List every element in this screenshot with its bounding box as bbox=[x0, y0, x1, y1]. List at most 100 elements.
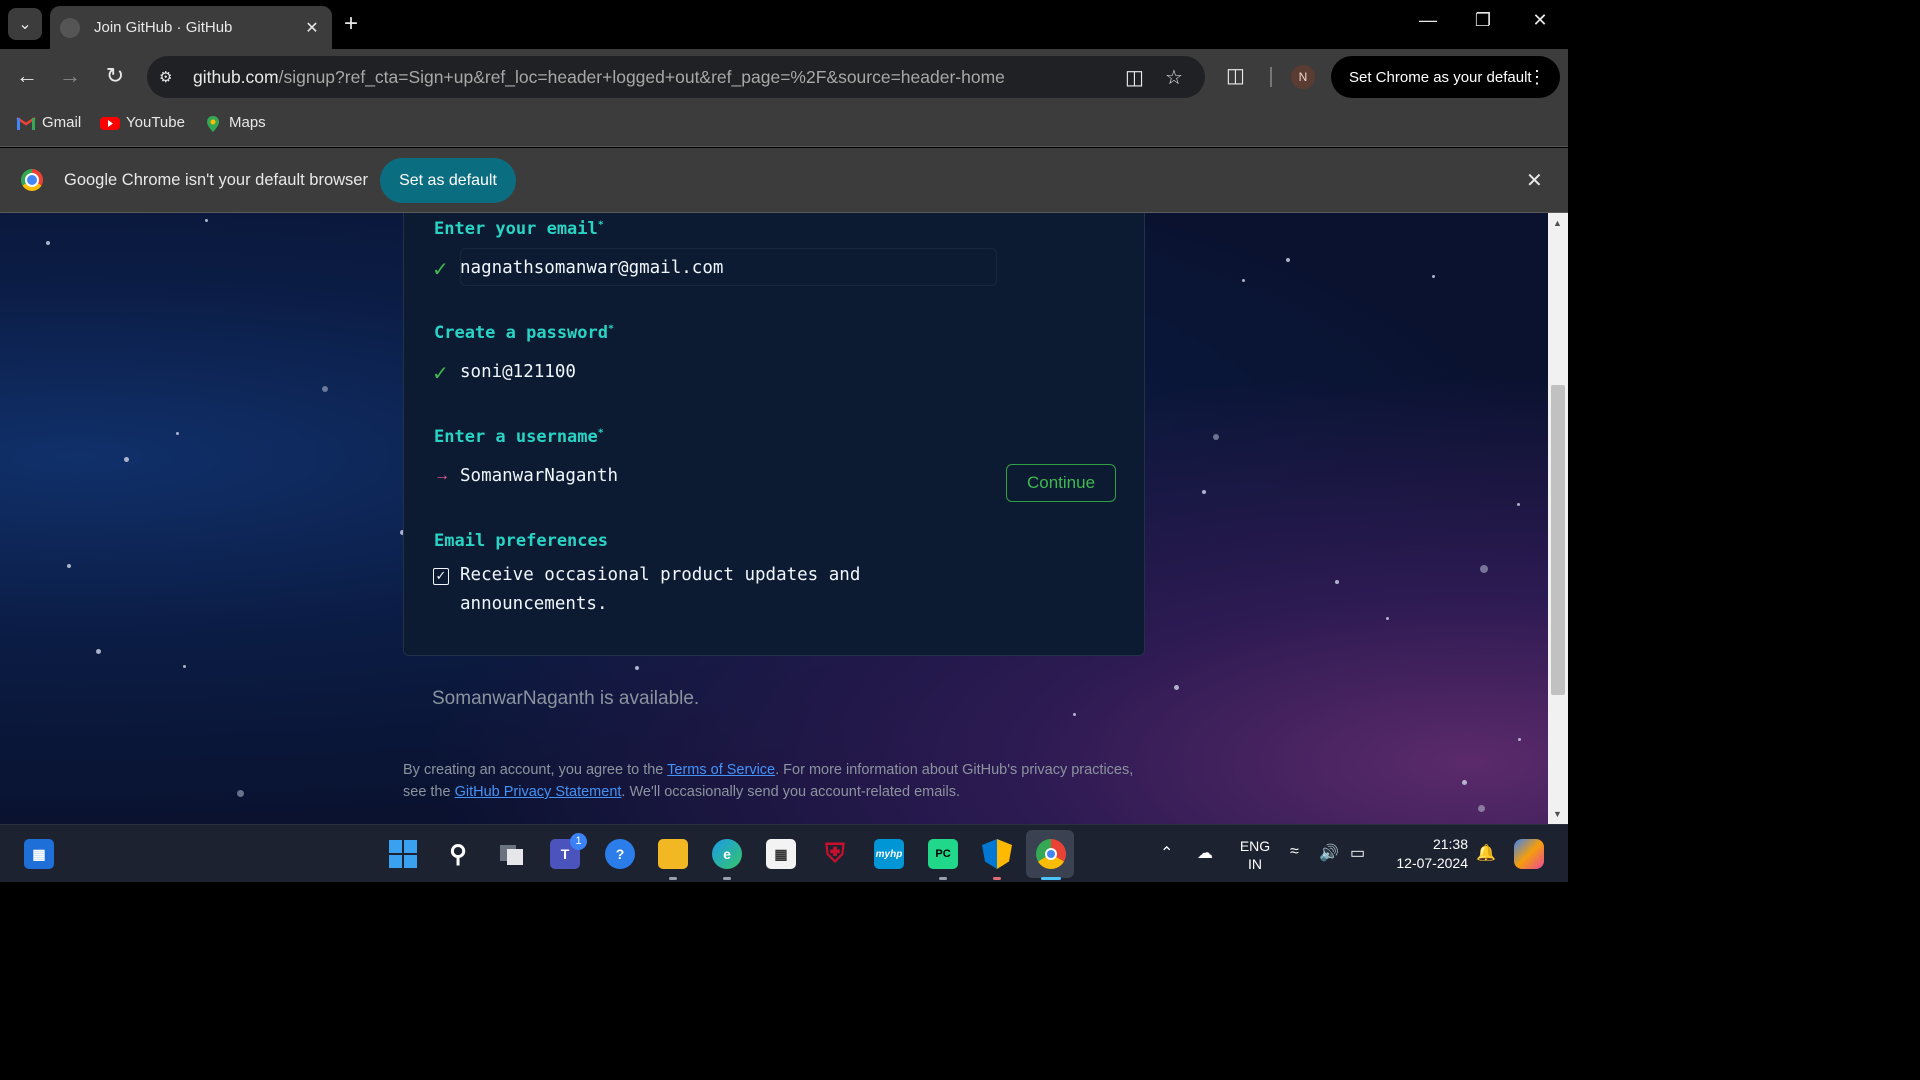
terms-of-service-link[interactable]: Terms of Service bbox=[667, 762, 775, 778]
set-as-default-button[interactable]: Set as default bbox=[380, 158, 516, 203]
microsoft-store-icon[interactable]: ▦ bbox=[766, 839, 796, 869]
task-view-icon[interactable] bbox=[497, 839, 527, 869]
minimize-button[interactable]: — bbox=[1413, 10, 1443, 31]
edge-icon[interactable]: e bbox=[712, 839, 742, 869]
star-dot bbox=[1242, 279, 1245, 282]
set-default-pill-label: Set Chrome as your default bbox=[1349, 68, 1532, 86]
star-dot bbox=[205, 219, 208, 222]
scroll-up-icon[interactable]: ▲ bbox=[1553, 218, 1562, 228]
input-language[interactable]: ENG IN bbox=[1238, 837, 1272, 873]
start-icon[interactable] bbox=[388, 839, 418, 869]
set-chrome-default-pill[interactable]: Set Chrome as your default ⋮ bbox=[1331, 56, 1560, 98]
email-value[interactable]: nagnathsomanwar@gmail.com bbox=[460, 258, 723, 278]
address-bar[interactable]: ⚙ github.com/signup?ref_cta=Sign+up&ref_… bbox=[147, 56, 1205, 98]
password-field[interactable]: soni@121100 bbox=[460, 362, 576, 382]
clock[interactable]: 21:38 12-07-2024 bbox=[1388, 835, 1468, 873]
username-availability: SomanwarNaganth is available. bbox=[432, 688, 700, 709]
star-dot bbox=[1335, 580, 1339, 584]
star-dot bbox=[176, 432, 179, 435]
browser-toolbar: ← → ↻ ⚙ github.com/signup?ref_cta=Sign+u… bbox=[0, 49, 1568, 105]
close-icon[interactable]: ✕ bbox=[302, 18, 322, 38]
new-tab-button[interactable]: + bbox=[344, 12, 358, 36]
infobar-message: Google Chrome isn't your default browser bbox=[64, 171, 368, 189]
tab-title: Join GitHub · GitHub bbox=[94, 19, 233, 36]
url-text: github.com/signup?ref_cta=Sign+up&ref_lo… bbox=[193, 66, 1005, 87]
tab-active[interactable]: Join GitHub · GitHub ✕ bbox=[50, 6, 332, 49]
password-label: Create a password* bbox=[434, 323, 615, 343]
star-dot bbox=[124, 457, 129, 462]
forward-button[interactable]: → bbox=[56, 63, 84, 89]
notification-bell-icon[interactable]: 🔔 bbox=[1476, 843, 1496, 863]
toolbar-separator bbox=[1270, 67, 1272, 87]
mcafee-icon[interactable]: ⛨ bbox=[820, 838, 850, 869]
copilot-icon[interactable] bbox=[1514, 839, 1544, 869]
star-dot bbox=[237, 790, 244, 797]
teams-notification-badge: 1 bbox=[570, 833, 587, 850]
star-dot bbox=[1213, 434, 1219, 440]
signup-form-card: Enter your email* ✓ nagnathsomanwar@gmai… bbox=[403, 213, 1145, 656]
username-label: Enter a username* bbox=[434, 427, 604, 447]
star-dot bbox=[1517, 503, 1520, 506]
install-app-icon[interactable]: ◫ bbox=[1125, 65, 1144, 90]
restore-button[interactable]: ❐ bbox=[1468, 10, 1498, 31]
continue-button[interactable]: Continue bbox=[1006, 464, 1116, 502]
star-dot bbox=[46, 241, 50, 245]
search-icon[interactable]: ⚲ bbox=[443, 839, 473, 869]
email-preferences-checkbox[interactable]: ✓ bbox=[433, 568, 449, 585]
bookmark-gmail[interactable]: Gmail bbox=[16, 114, 81, 131]
scroll-down-icon[interactable]: ▼ bbox=[1553, 809, 1562, 819]
get-help-icon[interactable]: ? bbox=[605, 839, 635, 869]
running-indicator bbox=[939, 877, 947, 880]
privacy-statement-link[interactable]: GitHub Privacy Statement bbox=[455, 784, 622, 800]
email-label: Enter your email* bbox=[434, 219, 604, 239]
bookmark-label: Gmail bbox=[42, 114, 82, 131]
page-scrollbar[interactable]: ▲ ▼ bbox=[1548, 213, 1568, 824]
scroll-thumb[interactable] bbox=[1551, 385, 1565, 695]
legal-notice: By creating an account, you agree to the… bbox=[403, 762, 1134, 800]
widgets-icon[interactable]: ▦ bbox=[24, 839, 54, 869]
star-dot bbox=[1478, 805, 1485, 812]
onedrive-cloud-icon[interactable]: ☁ bbox=[1197, 843, 1213, 863]
chrome-icon[interactable] bbox=[1036, 839, 1066, 869]
chevron-down-icon: ⌄ bbox=[18, 16, 32, 33]
star-dot bbox=[635, 666, 639, 670]
bookmark-youtube[interactable]: YouTube bbox=[100, 114, 185, 131]
close-icon[interactable]: ✕ bbox=[1526, 168, 1543, 193]
myhp-icon[interactable]: myhp bbox=[874, 839, 904, 869]
battery-icon[interactable]: ▭ bbox=[1350, 843, 1365, 863]
pycharm-icon[interactable]: PC bbox=[928, 839, 958, 869]
back-button[interactable]: ← bbox=[13, 63, 41, 89]
arrow-right-icon: → bbox=[434, 467, 450, 484]
running-indicator bbox=[669, 877, 677, 880]
site-info-icon[interactable]: ⚙ bbox=[159, 68, 179, 86]
check-icon: ✓ bbox=[432, 363, 449, 385]
youtube-icon bbox=[100, 115, 120, 131]
github-favicon-icon bbox=[60, 17, 80, 38]
bookmark-maps[interactable]: Maps bbox=[203, 114, 266, 132]
wifi-icon[interactable]: ≈ bbox=[1290, 843, 1299, 861]
page-viewport: Enter your email* ✓ nagnathsomanwar@gmai… bbox=[0, 213, 1548, 824]
star-dot bbox=[96, 649, 101, 654]
chrome-logo-icon bbox=[21, 169, 43, 191]
tab-search-button[interactable]: ⌄ bbox=[8, 8, 42, 40]
volume-icon[interactable]: 🔊 bbox=[1319, 843, 1339, 863]
star-dot bbox=[1174, 685, 1179, 690]
username-field[interactable]: SomanwarNaganth bbox=[460, 466, 618, 486]
star-dot bbox=[183, 665, 186, 668]
bookmark-star-icon[interactable]: ☆ bbox=[1165, 65, 1183, 90]
star-dot bbox=[1286, 258, 1290, 262]
email-preferences-label: Email preferences bbox=[434, 531, 608, 551]
maps-icon bbox=[203, 115, 223, 132]
bookmark-label: YouTube bbox=[126, 114, 185, 131]
profile-avatar[interactable]: N bbox=[1291, 65, 1315, 89]
running-indicator bbox=[993, 877, 1001, 880]
star-dot bbox=[322, 386, 328, 392]
reload-button[interactable]: ↻ bbox=[101, 63, 129, 89]
tab-strip: ⌄ Join GitHub · GitHub ✕ + — ❐ ✕ bbox=[0, 0, 1568, 49]
window-close-button[interactable]: ✕ bbox=[1525, 10, 1555, 31]
file-explorer-icon[interactable] bbox=[658, 839, 688, 869]
chevron-up-icon[interactable]: ⌃ bbox=[1160, 843, 1173, 863]
security-shield-icon[interactable] bbox=[982, 839, 1012, 869]
more-menu-icon[interactable]: ⋮ bbox=[1528, 67, 1546, 88]
extensions-icon[interactable]: ◫ bbox=[1226, 63, 1245, 88]
